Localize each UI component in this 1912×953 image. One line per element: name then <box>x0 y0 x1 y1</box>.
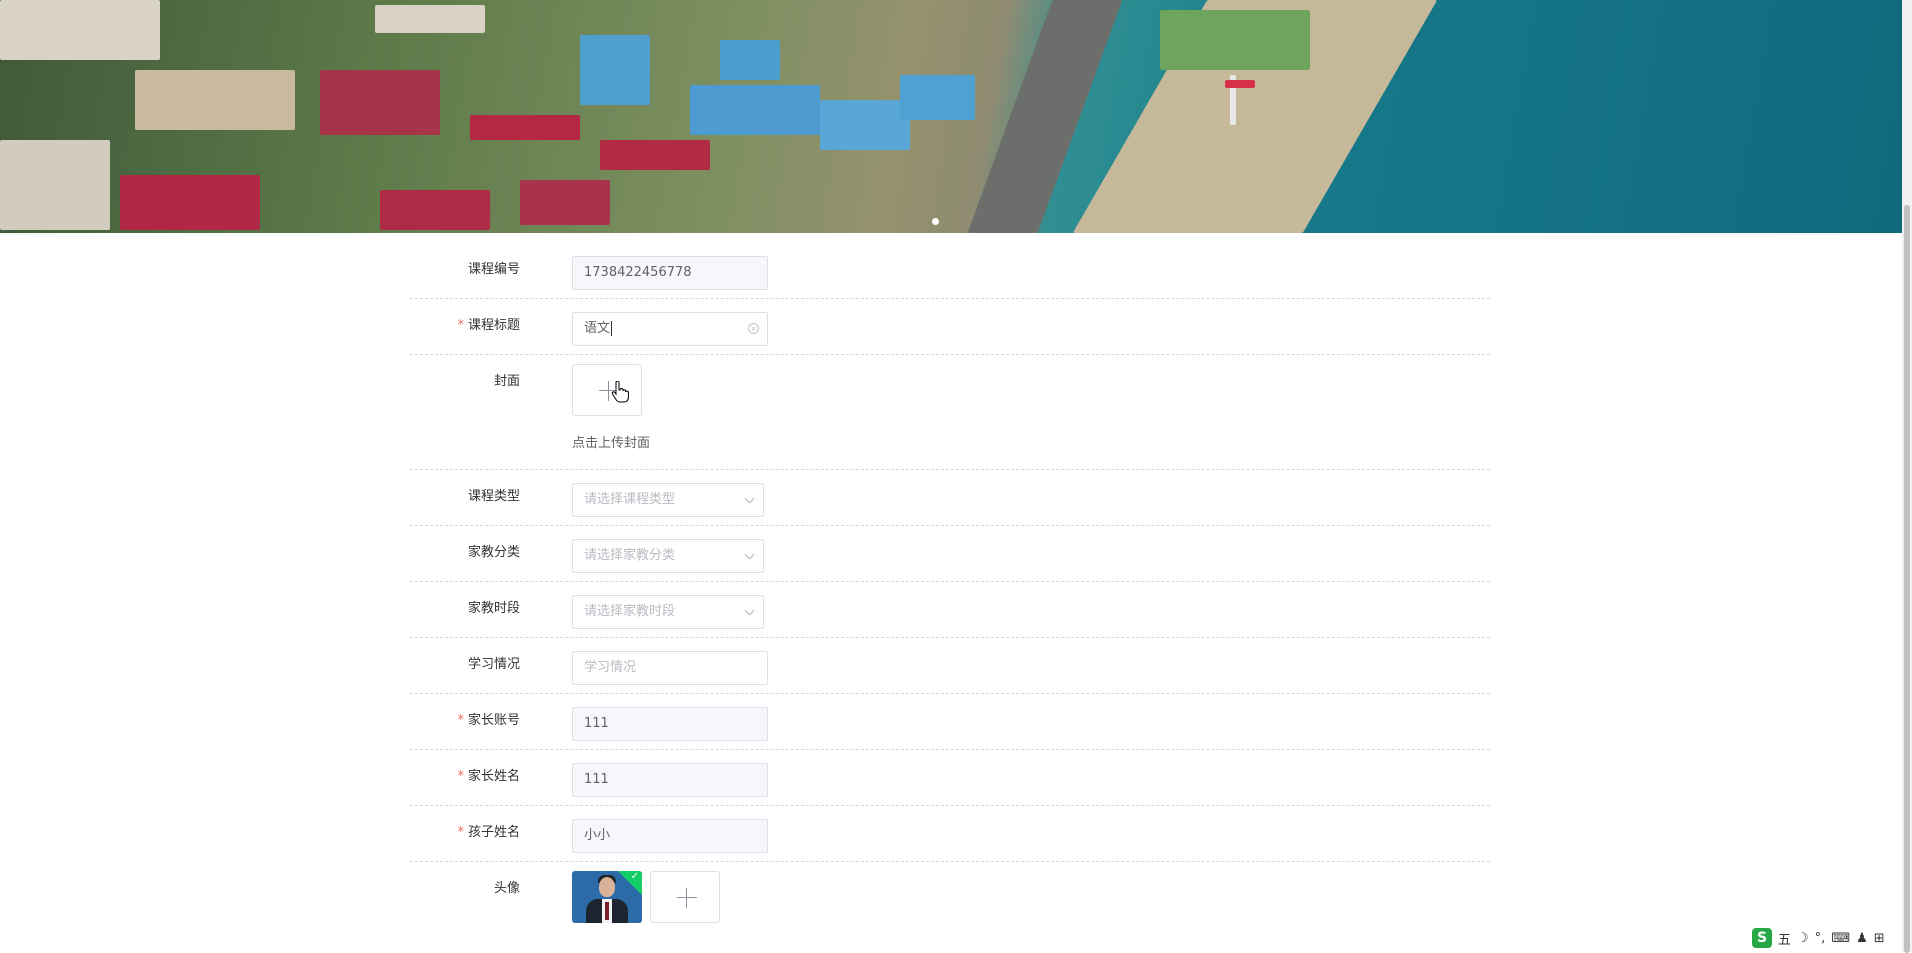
course-title-value: 语文 <box>584 321 611 336</box>
course-form: 课程编号 1738422456778 * 课程标题 语文 × 封面 点击上传封面 … <box>410 243 1490 932</box>
avatar-upload-button[interactable] <box>650 871 720 923</box>
study-status-placeholder: 学习情况 <box>584 660 637 675</box>
form-row-avatar: 头像 ✓ <box>410 862 1490 932</box>
chevron-down-icon <box>744 549 755 560</box>
tutor-category-select[interactable]: 请选择家教分类 <box>572 539 764 573</box>
form-row-cover: 封面 点击上传封面 <box>410 355 1490 470</box>
hero-banner <box>0 0 1902 233</box>
study-status-label: 学习情况 <box>467 657 520 672</box>
course-title-input[interactable]: 语文 × <box>572 312 768 346</box>
form-row-tutor-category: 家教分类 请选择家教分类 <box>410 526 1490 582</box>
tutor-category-label: 家教分类 <box>467 545 520 560</box>
plus-icon <box>677 897 697 898</box>
course-type-placeholder: 请选择课程类型 <box>584 492 676 507</box>
form-row-course-id: 课程编号 1738422456778 <box>410 243 1490 299</box>
tutor-period-label: 家教时段 <box>467 601 520 616</box>
form-row-child-name: * 孩子姓名 小小 <box>410 806 1490 862</box>
scrollbar-thumb[interactable] <box>1904 205 1910 953</box>
user-icon[interactable]: ♟ <box>1856 931 1868 946</box>
form-row-course-type: 课程类型 请选择课程类型 <box>410 470 1490 526</box>
clear-icon[interactable]: × <box>748 323 759 334</box>
carousel-dot[interactable] <box>932 218 939 225</box>
ime-toolbar: S 五 ☽ °, ⌨ ♟ ⊞ <box>1752 927 1885 949</box>
chevron-down-icon <box>744 605 755 616</box>
parent-name-input[interactable]: 111 <box>572 763 768 797</box>
check-icon: ✓ <box>630 871 639 882</box>
avatar-image[interactable]: ✓ <box>572 871 642 923</box>
required-mark: * <box>457 318 464 333</box>
moon-icon[interactable]: ☽ <box>1797 931 1809 946</box>
study-status-input[interactable]: 学习情况 <box>572 651 768 685</box>
form-row-parent-account: * 家长账号 111 <box>410 694 1490 750</box>
punctuation-icon[interactable]: °, <box>1815 931 1826 946</box>
keyboard-icon[interactable]: ⌨ <box>1831 931 1850 946</box>
chevron-down-icon <box>744 493 755 504</box>
child-name-input[interactable]: 小小 <box>572 819 768 853</box>
required-mark: * <box>457 825 464 840</box>
cover-upload-hint: 点击上传封面 <box>572 436 651 451</box>
course-title-label: * 课程标题 <box>457 318 520 333</box>
ime-mode-label[interactable]: 五 <box>1778 929 1791 948</box>
cover-upload-button[interactable] <box>572 364 642 416</box>
required-mark: * <box>457 713 464 728</box>
cover-label: 封面 <box>493 374 520 389</box>
form-row-parent-name: * 家长姓名 111 <box>410 750 1490 806</box>
parent-name-label: * 家长姓名 <box>457 769 520 784</box>
hand-cursor-icon <box>611 381 629 403</box>
required-mark: * <box>457 769 464 784</box>
course-type-select[interactable]: 请选择课程类型 <box>572 483 764 517</box>
page-scrollbar[interactable] <box>1902 0 1912 953</box>
form-row-tutor-period: 家教时段 请选择家教时段 <box>410 582 1490 638</box>
form-row-study-status: 学习情况 学习情况 <box>410 638 1490 694</box>
course-id-input[interactable]: 1738422456778 <box>572 256 768 290</box>
child-name-label: * 孩子姓名 <box>457 825 520 840</box>
course-id-label: 课程编号 <box>467 262 520 277</box>
parent-account-label: * 家长账号 <box>457 713 520 728</box>
ime-logo-icon[interactable]: S <box>1752 928 1772 948</box>
tutor-period-select[interactable]: 请选择家教时段 <box>572 595 764 629</box>
form-row-course-title: * 课程标题 语文 × <box>410 299 1490 355</box>
grid-icon[interactable]: ⊞ <box>1874 931 1885 946</box>
avatar-label: 头像 <box>493 881 520 896</box>
parent-account-input[interactable]: 111 <box>572 707 768 741</box>
tutor-period-placeholder: 请选择家教时段 <box>584 604 676 619</box>
course-type-label: 课程类型 <box>467 489 520 504</box>
tutor-category-placeholder: 请选择家教分类 <box>584 548 676 563</box>
